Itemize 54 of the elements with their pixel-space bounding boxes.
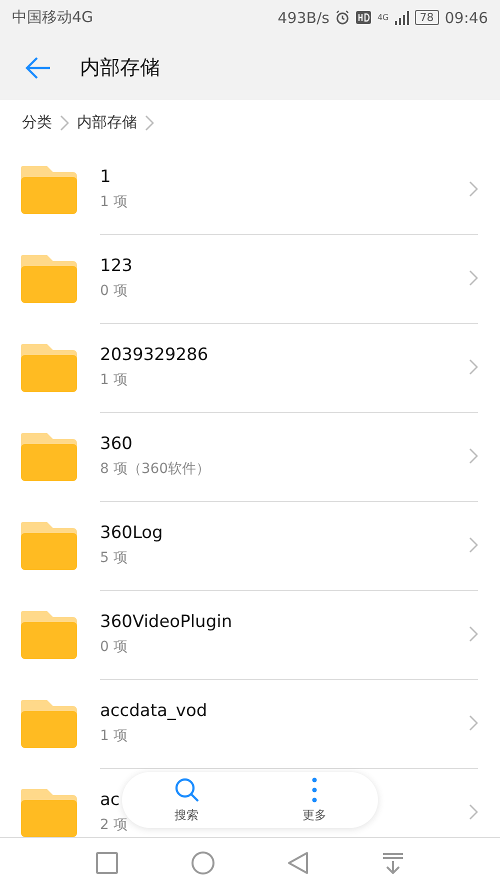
network-type: 4G <box>377 13 389 22</box>
item-count: 0 项 <box>100 638 128 656</box>
item-count: 0 项 <box>100 282 128 300</box>
breadcrumb-item[interactable]: 内部存储 <box>77 113 137 132</box>
home-button[interactable] <box>190 851 215 875</box>
page-title: 内部存储 <box>80 54 160 81</box>
search-icon <box>174 776 200 802</box>
chevron-icon <box>145 114 154 130</box>
breadcrumb-item[interactable]: 分类 <box>22 113 52 132</box>
folder-name[interactable]: 1 <box>100 167 111 187</box>
back-nav-button[interactable] <box>287 851 310 875</box>
folder-icon <box>21 700 77 748</box>
alarm-icon <box>335 10 350 25</box>
folder-icon <box>21 432 77 480</box>
folder-icon <box>21 522 77 570</box>
item-count: 1 项 <box>100 727 128 745</box>
clock-time: 09:46 <box>444 8 488 26</box>
item-count: 2 项 <box>100 816 128 834</box>
chevron-icon <box>469 181 478 197</box>
battery-indicator: 78 <box>414 10 439 25</box>
recents-button[interactable] <box>96 852 118 874</box>
folder-icon <box>21 166 77 214</box>
chevron-icon <box>469 715 478 731</box>
chevron-icon <box>469 537 478 553</box>
back-button[interactable] <box>24 56 52 80</box>
network-speed: 493B/s <box>278 8 330 26</box>
chevron-icon <box>60 114 69 130</box>
folder-icon <box>21 254 77 302</box>
more-icon <box>312 776 317 802</box>
folder-icon <box>21 344 77 392</box>
chevron-icon <box>469 448 478 464</box>
folder-icon <box>21 788 77 836</box>
folder-name[interactable]: 360Log <box>100 523 163 543</box>
chevron-icon <box>469 626 478 642</box>
more-button[interactable]: 更多 <box>302 776 326 824</box>
chevron-icon <box>469 359 478 375</box>
folder-name[interactable]: 2039329286 <box>100 345 208 365</box>
folder-name[interactable]: 360 <box>100 434 132 454</box>
folder-icon <box>21 610 77 658</box>
item-count: 8 项（360软件） <box>100 460 210 478</box>
folder-name[interactable]: ac <box>100 790 120 810</box>
folder-name[interactable]: 360VideoPlugin <box>100 612 232 632</box>
folder-name[interactable]: 123 <box>100 256 132 276</box>
search-button[interactable]: 搜索 <box>174 776 200 824</box>
chevron-icon <box>469 804 478 820</box>
signal-icon <box>394 10 409 24</box>
item-count: 1 项 <box>100 193 128 211</box>
carrier-name: 中国移动4G <box>12 8 94 27</box>
item-count: 1 项 <box>100 371 128 389</box>
item-count: 5 项 <box>100 549 128 567</box>
hd-icon <box>356 11 372 24</box>
chevron-icon <box>469 270 478 286</box>
folder-name[interactable]: accdata_vod <box>100 701 208 721</box>
notification-button[interactable] <box>382 852 404 874</box>
